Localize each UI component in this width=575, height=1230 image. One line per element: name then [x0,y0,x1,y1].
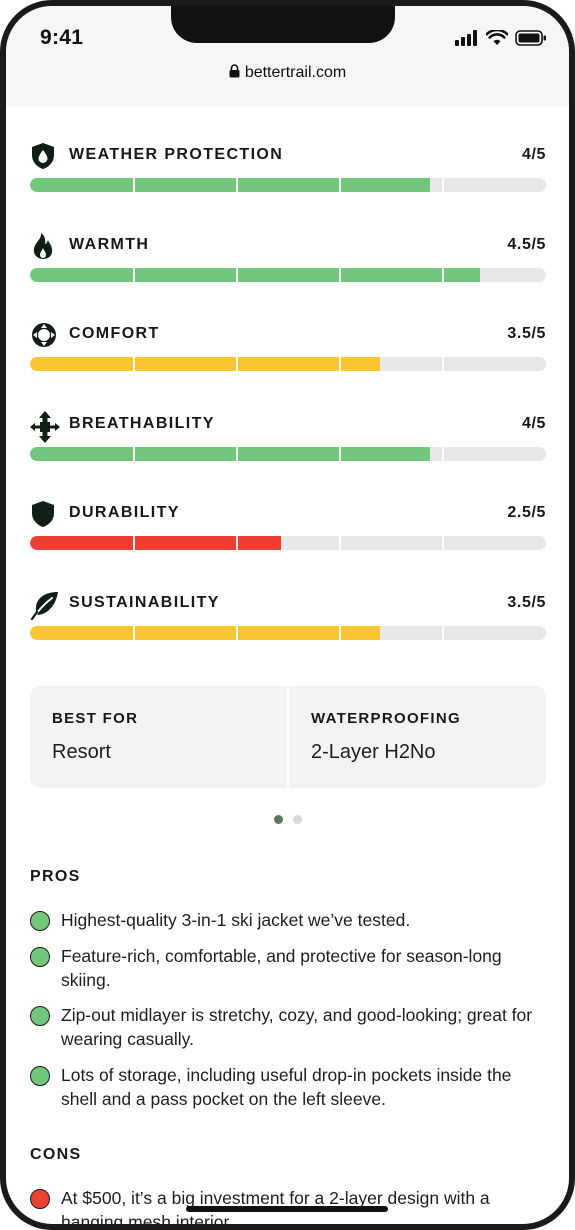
rating-bar-separator [133,178,135,192]
rating-label: SUSTAINABILITY [69,594,220,611]
signal-icon [455,30,477,46]
carousel-dot-active[interactable] [273,815,283,824]
lock-icon [229,64,240,78]
best-for-value: Resort [52,741,111,763]
carousel-dot[interactable] [292,815,302,824]
rating-bar-separator [442,357,444,372]
rating-bar-fill [30,357,381,372]
rating-bar-separator [339,446,341,461]
best-for-title: BEST FOR [52,710,139,727]
rating-score: 2.5/5 [507,504,546,522]
rating-row: BREATHABILITY 4/5 [30,410,546,461]
rating-label: COMFORT [69,325,160,343]
pros-title: PROS [30,868,81,885]
specs-card[interactable]: BEST FOR Resort WATERPROOFING 2-Layer H2… [30,686,546,788]
rating-bar [30,536,546,551]
rating-bar-separator [236,267,238,282]
comfort-icon [30,321,60,349]
pro-text: Feature-rich, comfortable, and protectiv… [61,946,502,990]
rating-bar-fill [30,267,480,282]
rating-bar-separator [339,178,341,192]
rating-bar-separator [133,267,135,282]
waterproofing-value: 2-Layer H2No [311,741,436,763]
rating-label: DURABILITY [69,504,180,522]
home-indicator [186,1206,388,1212]
flame-icon [30,232,60,260]
rating-bar [30,626,546,640]
battery-icon [515,30,546,46]
rating-score: 4/5 [521,146,546,163]
pro-bullet-icon [30,1006,50,1026]
cons-title: CONS [30,1146,82,1163]
rating-label: WEATHER PROTECTION [69,146,284,163]
rating-bar-separator [442,536,444,551]
rating-row: DURABILITY 2.5/5 [30,500,546,551]
rating-bar-fill [30,446,430,461]
arrows-cross-icon [30,410,60,443]
rating-row: WARMTH 4.5/5 [30,232,546,282]
rating-bar [30,357,546,372]
rating-bar-separator [442,178,444,192]
con-bullet-icon [30,1189,50,1209]
pro-bullet-icon [30,947,50,967]
rating-bar [30,178,546,192]
rating-bar-separator [236,178,238,192]
rating-bar-separator [339,626,341,640]
rating-row: SUSTAINABILITY 3.5/5 [30,590,546,640]
rating-score: 4/5 [521,414,546,432]
rating-bar-separator [339,357,341,372]
rating-bar-separator [442,446,444,461]
water-drop-shield-icon [30,142,60,170]
rating-row: COMFORT 3.5/5 [30,321,546,372]
rating-bar-separator [133,357,135,372]
rating-score: 3.5/5 [507,594,546,611]
rating-bar-separator [133,446,135,461]
best-for-card: BEST FOR Resort [30,686,287,788]
rating-bar-separator [339,536,341,551]
shield-icon [30,500,60,528]
rating-row: WEATHER PROTECTION 4/5 [30,142,546,192]
pro-bullet-icon [30,1066,50,1086]
rating-score: 4.5/5 [507,235,546,253]
rating-bar-separator [133,536,135,551]
status-time: 9:41 [40,26,84,49]
rating-label: WARMTH [69,235,150,253]
rating-bar [30,267,546,282]
notch [171,6,395,43]
rating-label: BREATHABILITY [69,414,215,432]
rating-bar-separator [236,357,238,372]
phone-frame: 9:41 bettertrail.com WEATHER PROTECTION … [0,0,575,1230]
rating-score: 3.5/5 [507,325,546,343]
address-bar[interactable]: bettertrail.com [6,64,569,82]
rating-bar [30,446,546,461]
pro-text: Lots of storage, including useful drop-i… [61,1065,512,1109]
pro-bullet-icon [30,911,50,931]
waterproofing-card: WATERPROOFING 2-Layer H2No [289,686,546,788]
rating-bar-separator [339,267,341,282]
rating-bar-separator [442,626,444,640]
rating-bar-fill [30,536,281,551]
rating-bar-separator [133,626,135,640]
rating-bar-separator [442,267,444,282]
status-icons [455,30,547,46]
rating-bar-separator [236,536,238,551]
waterproofing-title: WATERPROOFING [311,710,461,727]
pro-text: Zip-out midlayer is stretchy, cozy, and … [61,1005,533,1049]
carousel-dots [6,811,569,829]
leaf-icon [30,590,60,621]
pro-text: Highest-quality 3-in-1 ski jacket we’ve … [61,910,411,930]
url-text: bettertrail.com [244,64,347,81]
wifi-icon [486,30,508,45]
rating-bar-fill [30,178,430,192]
rating-bar-separator [236,446,238,461]
rating-bar-fill [30,626,381,640]
rating-bar-separator [236,626,238,640]
